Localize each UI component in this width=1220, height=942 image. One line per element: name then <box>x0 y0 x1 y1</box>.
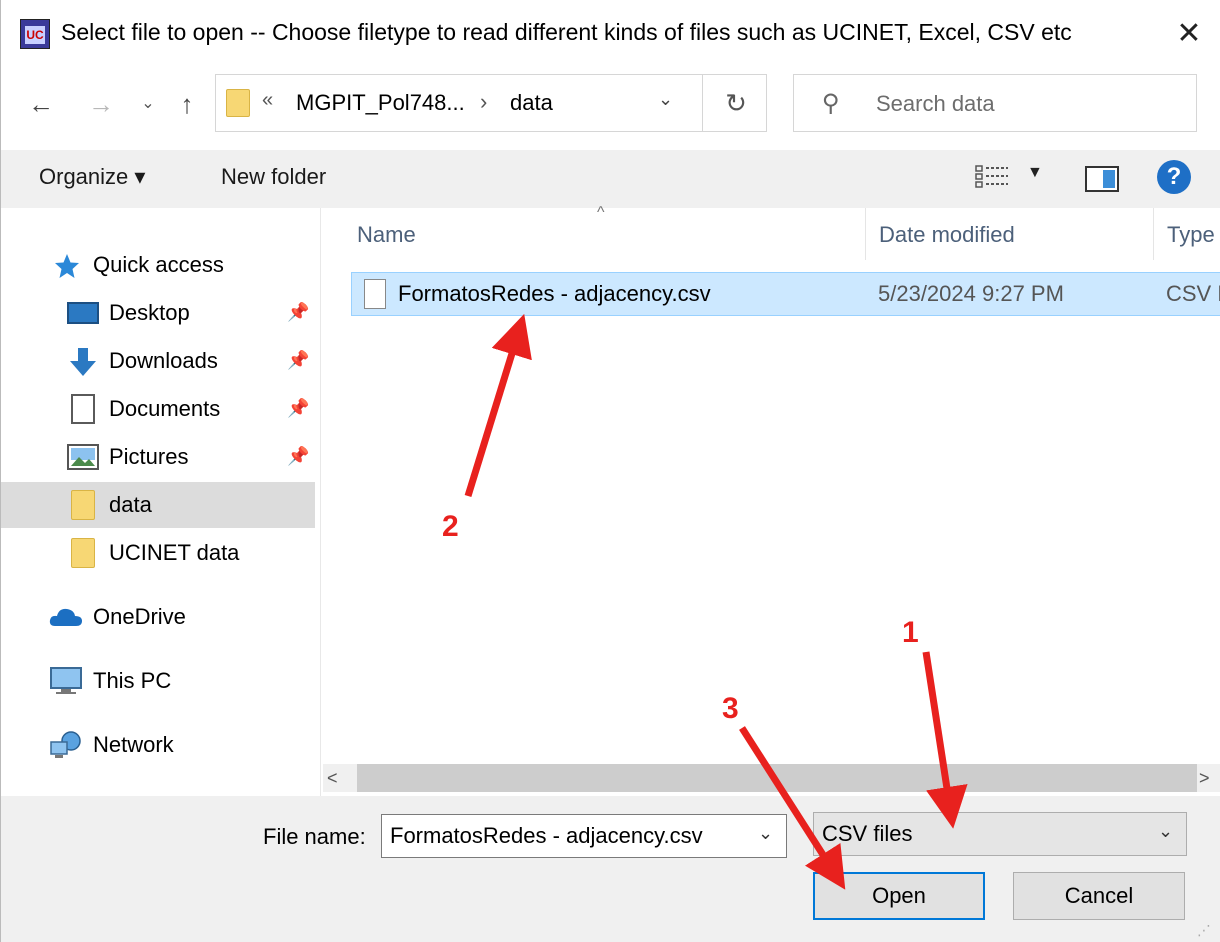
open-file-dialog: UC Select file to open -- Choose filetyp… <box>0 0 1220 942</box>
organize-button[interactable]: Organize ▾ <box>39 164 145 190</box>
desktop-icon <box>67 302 99 324</box>
folder-icon <box>71 538 95 568</box>
sidebar-item-label: Quick access <box>93 252 224 277</box>
annotation-label-2: 2 <box>442 510 459 543</box>
download-icon <box>70 348 96 376</box>
forward-button[interactable]: → <box>83 84 119 124</box>
breadcrumb-separator-icon[interactable]: › <box>480 89 487 115</box>
breadcrumb-parent[interactable]: MGPIT_Pol748... <box>296 90 465 116</box>
search-input[interactable]: ⚲ Search data <box>793 74 1197 132</box>
cancel-button[interactable]: Cancel <box>1013 872 1185 920</box>
resize-grip-icon[interactable]: ⋰ <box>1197 922 1211 939</box>
scrollbar-thumb[interactable] <box>357 764 1197 792</box>
ucinet-app-icon: UC <box>20 19 50 49</box>
navigation-pane: Quick access Desktop 📌 Downloads 📌 Docum… <box>1 208 321 796</box>
up-one-level-button[interactable]: ↑ <box>169 84 205 124</box>
file-name-value: FormatosRedes - adjacency.csv <box>390 823 703 848</box>
address-dropdown-icon[interactable]: ⌄ <box>658 89 673 110</box>
file-name-label: File name: <box>263 824 366 849</box>
sidebar-item-pictures[interactable]: Pictures 📌 <box>1 434 315 480</box>
sidebar-item-downloads[interactable]: Downloads 📌 <box>1 338 315 384</box>
search-icon: ⚲ <box>822 90 840 117</box>
sidebar-item-label: Documents <box>109 396 221 421</box>
sidebar-item-label: data <box>109 492 152 517</box>
file-name-panel: File name: FormatosRedes - adjacency.csv… <box>1 796 1220 942</box>
column-header-date-modified[interactable]: Date modified <box>879 222 1015 248</box>
sidebar-item-this-pc[interactable]: This PC <box>1 658 315 704</box>
column-header-name[interactable]: Name <box>357 222 416 248</box>
file-row[interactable]: FormatosRedes - adjacency.csv 5/23/2024 … <box>351 272 1220 316</box>
cloud-icon <box>49 608 82 626</box>
file-type-value: CSV files <box>822 821 913 846</box>
breadcrumb-current[interactable]: data <box>510 90 553 116</box>
sidebar-item-data[interactable]: data <box>1 482 315 528</box>
annotation-label-1: 1 <box>902 616 919 649</box>
file-type-select[interactable]: CSV files ⌄ <box>813 812 1187 856</box>
preview-pane-icon[interactable] <box>1085 166 1119 192</box>
divider <box>702 75 703 131</box>
sidebar-item-label: OneDrive <box>93 604 186 629</box>
close-button[interactable]: ✕ <box>1161 12 1217 56</box>
address-bar[interactable]: « MGPIT_Pol748... › data ⌄ ↻ <box>215 74 767 132</box>
sidebar-item-label: This PC <box>93 668 172 693</box>
column-header-type[interactable]: Type <box>1167 222 1215 248</box>
computer-icon <box>50 667 82 694</box>
recent-locations-button[interactable]: ⌄ <box>135 84 161 124</box>
sidebar-item-ucinet-data[interactable]: UCINET data <box>1 530 315 576</box>
hidden-path-chevron[interactable]: « <box>262 89 273 112</box>
sidebar-item-label: UCINET data <box>109 540 240 565</box>
star-icon <box>55 254 79 278</box>
column-divider[interactable] <box>1153 208 1154 260</box>
scroll-right-arrow-icon[interactable]: > <box>1199 764 1210 792</box>
sidebar-item-quick-access[interactable]: Quick access <box>1 242 315 288</box>
file-type: CSV F <box>1166 281 1220 306</box>
file-name-input[interactable]: FormatosRedes - adjacency.csv ⌄ <box>381 814 787 858</box>
help-icon[interactable]: ? <box>1157 160 1191 194</box>
pin-icon[interactable]: 📌 <box>287 446 309 467</box>
pin-icon[interactable]: 📌 <box>287 302 309 323</box>
sidebar-item-network[interactable]: Network <box>1 722 315 768</box>
view-options-icon[interactable] <box>975 164 1009 190</box>
sidebar-item-documents[interactable]: Documents 📌 <box>1 386 315 432</box>
back-button[interactable]: ← <box>23 84 59 124</box>
refresh-button[interactable]: ↻ <box>716 87 756 119</box>
app-icon-text: UC <box>25 26 45 44</box>
sidebar-item-onedrive[interactable]: OneDrive <box>1 594 315 640</box>
column-divider[interactable] <box>865 208 866 260</box>
sidebar-item-label: Downloads <box>109 348 218 373</box>
search-placeholder: Search data <box>876 91 995 116</box>
pin-icon[interactable]: 📌 <box>287 350 309 371</box>
pictures-icon <box>67 444 99 470</box>
folder-icon <box>71 490 95 520</box>
file-name: FormatosRedes - adjacency.csv <box>398 281 711 306</box>
file-date: 5/23/2024 9:27 PM <box>878 281 1064 306</box>
title-bar: UC Select file to open -- Choose filetyp… <box>1 0 1220 66</box>
sort-ascending-icon: ^ <box>597 204 605 221</box>
folder-icon <box>226 89 250 117</box>
chevron-down-icon[interactable]: ⌄ <box>758 823 773 844</box>
horizontal-scrollbar[interactable]: < > <box>323 764 1220 792</box>
annotation-label-3: 3 <box>722 692 739 725</box>
sidebar-item-label: Pictures <box>109 444 189 469</box>
pin-icon[interactable]: 📌 <box>287 398 309 419</box>
file-list: ^ Name Date modified Type FormatosRedes … <box>321 204 1220 764</box>
window-title: Select file to open -- Choose filetype t… <box>61 19 1072 45</box>
sidebar-item-label: Desktop <box>109 300 190 325</box>
open-button[interactable]: Open <box>813 872 985 920</box>
sidebar-item-label: Network <box>93 732 174 757</box>
chevron-down-icon[interactable]: ⌄ <box>1158 821 1173 842</box>
scroll-left-arrow-icon[interactable]: < <box>327 764 338 792</box>
network-icon <box>50 731 81 758</box>
view-dropdown-icon[interactable]: ▼ <box>1027 164 1043 182</box>
new-folder-button[interactable]: New folder <box>221 164 326 190</box>
file-icon <box>364 279 386 309</box>
sidebar-item-desktop[interactable]: Desktop 📌 <box>1 290 315 336</box>
command-toolbar: Organize ▾ New folder ▼ ? <box>1 150 1220 208</box>
documents-icon <box>71 394 95 424</box>
